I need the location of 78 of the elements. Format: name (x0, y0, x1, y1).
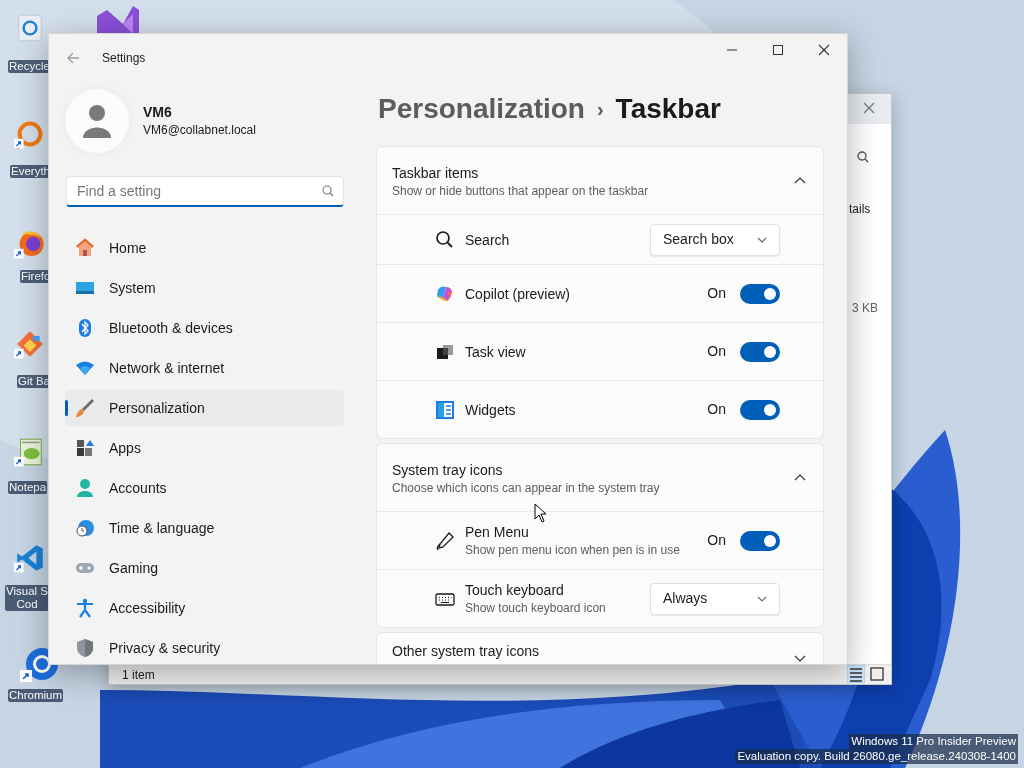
details-view-icon[interactable] (847, 665, 865, 683)
toggle-state: On (707, 400, 726, 419)
toggle-switch[interactable] (740, 530, 780, 551)
toggle-state: On (707, 531, 726, 550)
search-icon[interactable] (857, 151, 869, 163)
section-title: System tray icons (392, 461, 504, 479)
breadcrumb-link[interactable]: Personalization (378, 88, 585, 130)
window-title: Settings (102, 50, 146, 67)
multicolor-icon (435, 283, 455, 304)
widgets-icon (435, 399, 455, 420)
nav-item[interactable]: System (65, 270, 344, 306)
user-name: VM6 (143, 103, 173, 121)
nav-item[interactable]: Accounts (65, 470, 344, 506)
search-icon (435, 229, 455, 250)
toggle-state: On (707, 342, 726, 361)
setting-description: Show pen menu icon when pen is in use (465, 541, 681, 559)
section-subtitle: Show or hide buttons that appear on the taskbar (392, 183, 650, 200)
accessibility-icon (75, 598, 95, 618)
toggle-switch[interactable] (740, 341, 780, 362)
section-subtitle: Choose which icons can appear in the system tray (392, 480, 661, 497)
setting-label: Copilot (preview) (465, 284, 572, 303)
brush-icon (75, 398, 95, 418)
section-header[interactable]: System tray icons Choose which icons can appear in the system tray (377, 444, 823, 511)
section-title: Taskbar items (392, 164, 480, 182)
breadcrumb-separator: › (596, 97, 604, 122)
section-header[interactable]: Other system tray icons (377, 633, 823, 664)
setting-label: Widgets (465, 400, 517, 419)
nav-item[interactable]: Gaming (65, 550, 344, 586)
nav-item[interactable]: Apps (65, 430, 344, 466)
globe-clock-icon (75, 518, 95, 538)
search-icon (322, 185, 334, 197)
setting-label: Touch keyboard (465, 580, 565, 599)
setting-label: Search (465, 230, 511, 249)
close-icon (818, 44, 830, 56)
tiles-view-icon[interactable] (868, 665, 886, 683)
cursor-icon (534, 503, 547, 523)
nav-item[interactable]: Time & language (65, 510, 344, 546)
pen-icon (435, 530, 455, 551)
icon-label[interactable]: Visual S Cod (5, 585, 49, 611)
close-icon[interactable] (863, 102, 875, 114)
person-icon (75, 478, 95, 498)
toggle-state: On (707, 284, 726, 303)
nav-item[interactable]: Home (65, 230, 344, 266)
nav-item[interactable]: Bluetooth & devices (65, 310, 344, 346)
dropdown[interactable]: Always (650, 582, 780, 615)
chevron-up-icon[interactable] (794, 473, 806, 482)
nav-item[interactable]: Personalization (65, 390, 344, 426)
nav-item[interactable]: Privacy & security (65, 630, 344, 664)
shield-icon (75, 638, 95, 658)
status-text: 1 item (122, 666, 155, 684)
chevron-down-icon (757, 236, 767, 243)
page-title: Taskbar (615, 92, 721, 126)
toggle-switch[interactable] (740, 283, 780, 304)
file-size: 3 KB (852, 300, 878, 317)
setting-label: Pen Menu (465, 522, 530, 541)
code-editor-icon[interactable] (14, 542, 46, 574)
icon-label[interactable]: Notepa (8, 481, 48, 494)
section-title: Other system tray icons (392, 642, 541, 660)
section-header[interactable]: Taskbar items Show or hide buttons that appear on the taskbar (377, 147, 823, 214)
watermark-text: Windows 11 Pro Insider Preview (849, 734, 1018, 749)
house-icon (75, 238, 95, 258)
setting-label: Task view (465, 342, 527, 361)
person-icon (82, 104, 112, 138)
chevron-up-icon[interactable] (794, 176, 806, 185)
setting-description: Show touch keyboard icon (465, 599, 607, 617)
toolbar-text[interactable]: tails (849, 200, 871, 218)
search-field[interactable]: Find a setting (66, 176, 344, 207)
watermark-text: Evaluation copy. Build 26080.ge_release.240308-1400 (735, 749, 1018, 764)
chevron-down-icon (757, 595, 767, 602)
maximize-icon (772, 44, 784, 56)
nav-item[interactable]: Network & internet (65, 350, 344, 386)
icon-label[interactable]: Chromium (8, 689, 64, 702)
apps-icon (75, 438, 95, 458)
nav-item[interactable]: Accessibility (65, 590, 344, 626)
toggle-switch[interactable] (740, 399, 780, 420)
user-email: VM6@collabnet.local (143, 122, 256, 139)
dropdown[interactable]: Search box (650, 223, 780, 256)
chevron-down-icon[interactable] (794, 654, 806, 663)
